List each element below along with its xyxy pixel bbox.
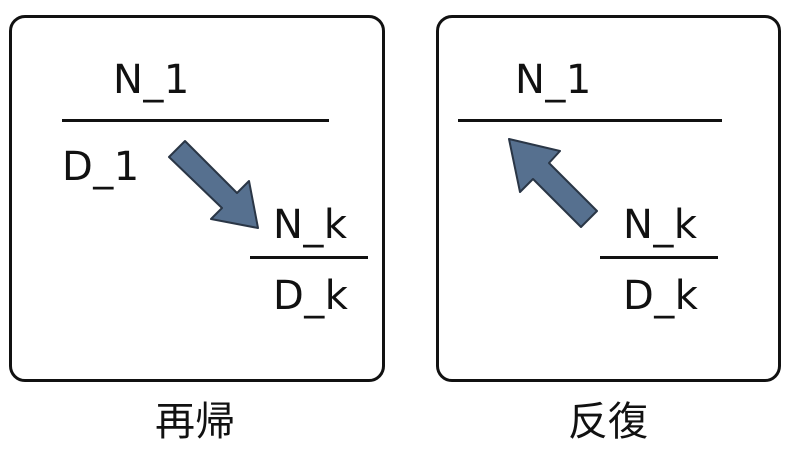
iteration-caption: 反復: [568, 399, 648, 445]
iteration-inner-numerator: N_k: [623, 202, 698, 248]
iteration-inner-fraction-bar: [600, 256, 718, 259]
iteration-arrow-shape: [508, 138, 598, 228]
iteration-inner-denominator: D_k: [623, 273, 699, 319]
